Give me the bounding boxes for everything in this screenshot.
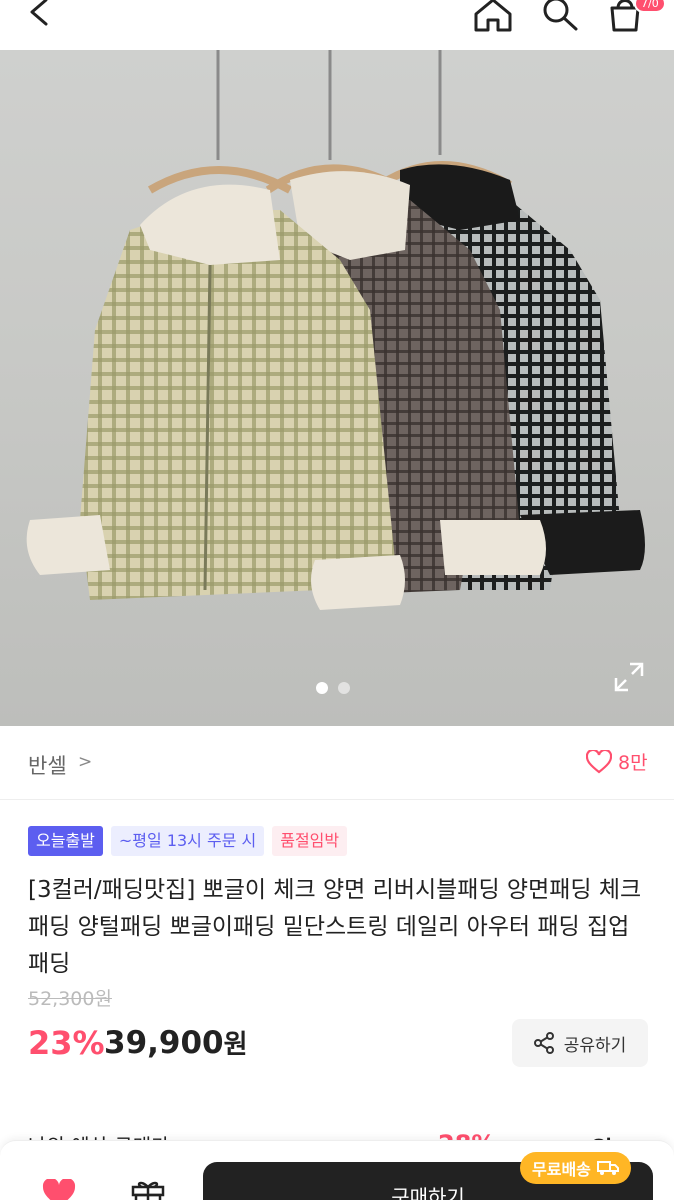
free-shipping-badge: 무료배송: [520, 1152, 631, 1184]
gallery-pagination: [316, 682, 350, 694]
like-button[interactable]: 8만: [586, 748, 648, 775]
product-photo: [26, 50, 645, 610]
share-label: 공유하기: [563, 1035, 627, 1056]
home-icon[interactable]: [470, 0, 516, 36]
shop-row: 반셀 > 8만: [0, 726, 674, 800]
product-title: [3컬러/패딩맛집] 뽀글이 체크 양면 리버시블패딩 양면패딩 체크패딩 양털…: [28, 877, 642, 977]
share-icon: [533, 1032, 554, 1054]
today-shipping-badge: 오늘출발: [28, 826, 103, 856]
free-shipping-label: 무료배송: [532, 1160, 591, 1179]
sale-price: 39,900원: [104, 1024, 248, 1061]
shop-chevron-icon[interactable]: >: [78, 752, 92, 772]
sale-price-value: 39,900: [104, 1025, 224, 1061]
chevron-left-icon[interactable]: [22, 0, 62, 34]
expand-icon[interactable]: [612, 660, 646, 694]
heart-filled-icon[interactable]: [42, 1177, 76, 1200]
search-icon[interactable]: [538, 0, 582, 36]
gallery-dot-active[interactable]: [316, 682, 328, 694]
low-stock-badge: 품절임박: [272, 826, 348, 856]
discount-rate: 23%: [28, 1024, 105, 1062]
cart-count-badge: 7/0: [634, 0, 666, 13]
gallery-dot[interactable]: [338, 682, 350, 694]
shop-name-link[interactable]: 반셀: [28, 750, 67, 780]
like-count: 8만: [618, 752, 648, 774]
top-bar: 7/0: [0, 0, 674, 50]
shipping-condition-badge: ~평일 13시 주문 시: [110, 826, 265, 856]
truck-icon: [596, 1161, 619, 1175]
delivery-tags: 오늘출발 ~평일 13시 주문 시 품절임박: [28, 826, 348, 856]
heart-outline-icon: [586, 749, 612, 773]
share-button[interactable]: 공유하기: [512, 1019, 648, 1067]
gift-icon[interactable]: [130, 1177, 166, 1200]
product-image-gallery[interactable]: [0, 50, 674, 726]
price-unit: 원: [223, 1030, 248, 1060]
original-price: 52,300원: [28, 988, 112, 1010]
